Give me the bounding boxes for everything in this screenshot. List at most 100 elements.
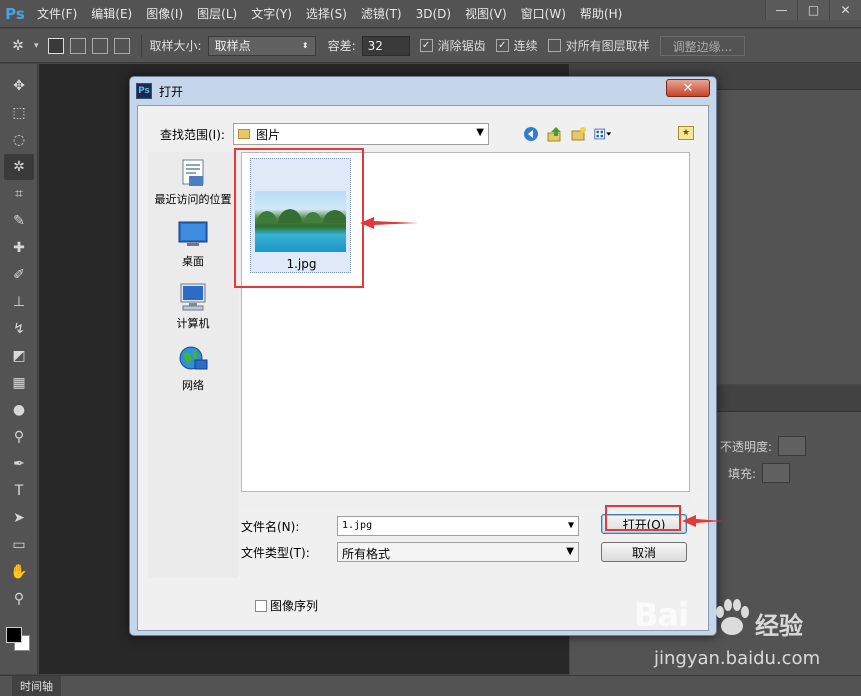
- options-bar: ✲ ▾ 取样大小: 取样点 ⬍ 容差: 32 ✓ 消除锯齿 ✓ 连续 对所有图层…: [0, 29, 861, 63]
- places-bar: 最近访问的位置 桌面 计算机 网络: [148, 152, 238, 578]
- place-computer[interactable]: 计算机: [148, 282, 238, 331]
- contiguous-checkbox[interactable]: ✓ 连续: [495, 37, 538, 54]
- fill-label: 填充:: [728, 466, 757, 481]
- dialog-body: 查找范围(I): 图片 ▼ ★ 最近访问的位置 桌面 计算机 网络 1.jpg …: [137, 105, 709, 631]
- place-network[interactable]: 网络: [148, 344, 238, 393]
- maximize-button[interactable]: □: [797, 0, 829, 20]
- zoom-tool-icon[interactable]: ⚲: [4, 586, 34, 612]
- magic-wand-tool-icon[interactable]: ✲: [4, 154, 34, 180]
- file-type-select[interactable]: 所有格式 ▼: [337, 542, 579, 562]
- menu-edit[interactable]: 编辑(E): [84, 5, 139, 22]
- chevron-down-icon: ▼: [476, 127, 484, 138]
- recent-places-icon: [177, 158, 209, 188]
- marquee-tool-icon[interactable]: ⬚: [4, 100, 34, 126]
- bottom-bar: 时间轴: [0, 675, 861, 696]
- subtract-selection-icon[interactable]: [91, 37, 108, 54]
- gradient-tool-icon[interactable]: ▦: [4, 370, 34, 396]
- intersect-selection-icon[interactable]: [113, 37, 130, 54]
- paw-logo-icon: [716, 599, 749, 635]
- history-brush-tool-icon[interactable]: ↯: [4, 316, 34, 342]
- vertical-scrollbar[interactable]: [691, 152, 707, 492]
- contiguous-label: 连续: [513, 39, 538, 53]
- look-in-value: 图片: [255, 127, 280, 142]
- network-globe-icon: [177, 344, 209, 374]
- lasso-tool-icon[interactable]: ◌: [4, 127, 34, 153]
- menu-type[interactable]: 文字(Y): [244, 5, 299, 22]
- menu-image[interactable]: 图像(I): [139, 5, 190, 22]
- menu-filter[interactable]: 滤镜(T): [354, 5, 409, 22]
- folder-icon: [237, 129, 250, 139]
- cancel-button[interactable]: 取消: [601, 542, 687, 562]
- hand-tool-icon[interactable]: ✋: [4, 559, 34, 585]
- move-tool-icon[interactable]: ✥: [4, 73, 34, 99]
- fill-select[interactable]: [762, 463, 791, 483]
- highlight-file-box: [234, 148, 364, 288]
- place-label: 桌面: [182, 255, 204, 268]
- divider: [140, 34, 142, 57]
- dialog-close-button[interactable]: ✕: [666, 79, 710, 97]
- new-selection-icon[interactable]: [47, 37, 64, 54]
- file-type-label: 文件类型(T):: [241, 545, 310, 560]
- crop-tool-icon[interactable]: ⌗: [4, 181, 34, 207]
- menu-select[interactable]: 选择(S): [299, 5, 354, 22]
- dodge-tool-icon[interactable]: ⚲: [4, 424, 34, 450]
- close-window-button[interactable]: ✕: [829, 0, 861, 20]
- photoshop-logo: Ps: [5, 4, 25, 23]
- sample-size-select[interactable]: 取样点 ⬍: [207, 35, 316, 56]
- chevron-down-icon: ▼: [566, 546, 574, 557]
- all-layers-checkbox[interactable]: 对所有图层取样: [547, 37, 650, 54]
- menu-window[interactable]: 窗口(W): [514, 5, 573, 22]
- file-name-row: 文件名(N): 1.jpg ▼: [241, 516, 579, 536]
- minimize-button[interactable]: —: [765, 0, 797, 20]
- timeline-tab[interactable]: 时间轴: [12, 676, 61, 696]
- new-folder-icon[interactable]: [570, 125, 588, 143]
- file-name-label: 文件名(N):: [241, 519, 300, 534]
- watermark-brand-cn: 经验: [755, 612, 803, 640]
- menu-layer[interactable]: 图层(L): [190, 5, 244, 22]
- path-selection-tool-icon[interactable]: ➤: [4, 505, 34, 531]
- menu-file[interactable]: 文件(F): [30, 5, 84, 22]
- view-menu-icon[interactable]: [594, 125, 612, 143]
- pen-tool-icon[interactable]: ✒: [4, 451, 34, 477]
- foreground-color-swatch[interactable]: [6, 627, 22, 643]
- eraser-tool-icon[interactable]: ◩: [4, 343, 34, 369]
- nav-toolbar: [522, 125, 618, 143]
- open-dialog: Ps 打开 ✕ 查找范围(I): 图片 ▼ ★ 最近访问的位置 桌面 计算机 网…: [129, 76, 717, 636]
- refine-edge-button[interactable]: 调整边缘...: [659, 35, 746, 56]
- antialias-label: 消除锯齿: [437, 39, 486, 53]
- file-name-input[interactable]: 1.jpg ▼: [337, 516, 579, 536]
- tolerance-input[interactable]: 32: [361, 35, 410, 56]
- eyedropper-tool-icon[interactable]: ✎: [4, 208, 34, 234]
- watermark-url: jingyan.baidu.com: [654, 648, 821, 669]
- add-to-selection-icon[interactable]: [69, 37, 86, 54]
- menu-view[interactable]: 视图(V): [458, 5, 514, 22]
- place-desktop[interactable]: 桌面: [148, 220, 238, 269]
- magic-wand-icon[interactable]: ✲: [8, 36, 28, 56]
- place-recent[interactable]: 最近访问的位置: [148, 158, 238, 207]
- highlight-open-button-box: [605, 505, 681, 531]
- place-label: 网络: [182, 379, 204, 392]
- chevron-down-icon[interactable]: ▼: [568, 520, 574, 531]
- image-sequence-label: 图像序列: [270, 599, 319, 613]
- back-icon[interactable]: [522, 125, 540, 143]
- brush-tool-icon[interactable]: ✐: [4, 262, 34, 288]
- menu-3d[interactable]: 3D(D): [409, 7, 458, 21]
- file-type-row: 文件类型(T): 所有格式 ▼: [241, 542, 579, 562]
- menu-help[interactable]: 帮助(H): [573, 5, 629, 22]
- window-controls: — □ ✕: [765, 0, 861, 20]
- fill-row: 填充:: [728, 463, 791, 483]
- opacity-select[interactable]: [778, 436, 807, 456]
- preview-toggle-icon[interactable]: ★: [678, 126, 694, 140]
- tool-preset-chevron-icon[interactable]: ▾: [34, 41, 39, 51]
- up-folder-icon[interactable]: [546, 125, 564, 143]
- rectangle-tool-icon[interactable]: ▭: [4, 532, 34, 558]
- type-tool-icon[interactable]: T: [4, 478, 34, 504]
- healing-brush-tool-icon[interactable]: ✚: [4, 235, 34, 261]
- antialias-checkbox[interactable]: ✓ 消除锯齿: [419, 37, 486, 54]
- desktop-icon: [177, 220, 209, 250]
- blur-tool-icon[interactable]: ●: [4, 397, 34, 423]
- image-sequence-checkbox[interactable]: 图像序列: [255, 597, 318, 614]
- look-in-select[interactable]: 图片 ▼: [232, 123, 489, 145]
- clone-stamp-tool-icon[interactable]: ⊥: [4, 289, 34, 315]
- photoshop-app-icon: Ps: [136, 83, 152, 99]
